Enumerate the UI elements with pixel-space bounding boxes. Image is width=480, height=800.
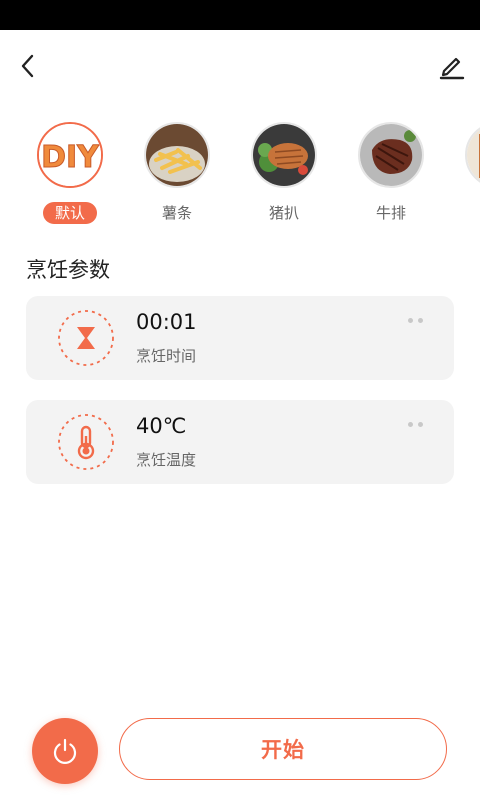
skewer-image [467,124,480,186]
recipe-item-next[interactable] [453,122,480,224]
recipe-thumb-diy: DIY [37,122,103,188]
power-icon [53,738,77,764]
edit-button[interactable] [436,50,468,82]
recipe-thumb-next [465,122,480,188]
recipe-thumb-fries [144,122,210,188]
svg-text:DIY: DIY [41,140,100,175]
pencil-icon [439,57,465,80]
bottom-action-bar: 开始 [0,714,480,800]
fries-image [146,124,208,186]
start-button[interactable]: 开始 [119,718,447,780]
top-bar [0,30,480,100]
thermometer-icon [58,414,114,470]
back-button[interactable] [12,50,44,82]
cooking-time-card[interactable]: 00:01 烹饪时间 [26,296,454,380]
cooking-temperature-value: 40℃ [136,414,187,438]
chevron-left-icon [21,54,34,78]
section-title: 烹饪参数 [26,258,110,282]
power-button[interactable] [32,718,98,784]
recipe-label: 猪扒 [268,204,299,222]
recipe-label: 薯条 [161,204,192,222]
recipe-item-pork-chop[interactable]: 猪扒 [239,122,329,224]
recipe-label: 牛排 [375,204,406,222]
status-bar [0,0,480,30]
start-button-label: 开始 [261,738,305,762]
more-dots-icon[interactable] [406,318,428,326]
recipe-thumb-steak [358,122,424,188]
cooking-temperature-card[interactable]: 40℃ 烹饪温度 [26,400,454,484]
steak-image [360,124,422,186]
recipe-item-default[interactable]: DIY 默认 [25,122,115,224]
diy-logo-icon: DIY [39,124,101,186]
cooking-time-label: 烹饪时间 [136,347,197,365]
recipe-item-fries[interactable]: 薯条 [132,122,222,224]
cooking-time-value: 00:01 [136,310,197,334]
recipe-label: 默认 [42,202,97,224]
recipe-item-steak[interactable]: 牛排 [346,122,436,224]
more-dots-icon[interactable] [406,422,428,430]
pork-chop-image [253,124,315,186]
recipe-carousel[interactable]: DIY 默认 薯条 猪扒 牛排 [0,122,480,232]
cooking-temperature-label: 烹饪温度 [136,451,197,469]
recipe-thumb-pork-chop [251,122,317,188]
hourglass-icon [58,310,114,366]
